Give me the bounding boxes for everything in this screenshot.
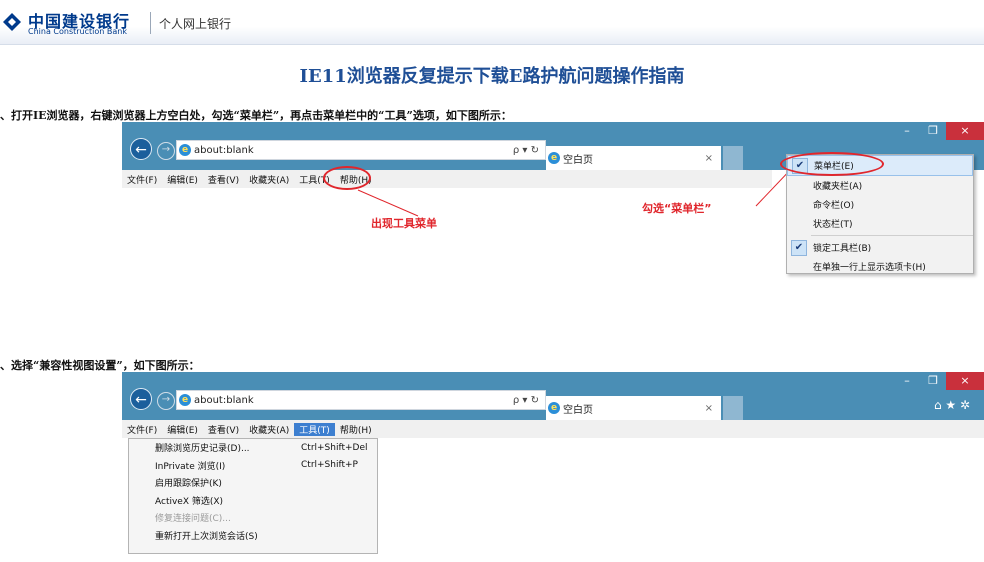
tools-item-fix-connection: 修复连接问题(C)... [155,514,231,525]
menu-tools[interactable]: 工具(T) [294,422,335,436]
home-favorites-settings-icons[interactable]: ⌂ ★ ✲ [934,398,970,412]
step-2-text: 、选择“兼容性视图设置”，如下图所示： [0,359,200,372]
menu-help[interactable]: 帮助(H) [335,423,377,436]
ie-page-icon: e [179,394,191,406]
page-title: IE11浏览器反复提示下载E路护航问题操作指南 [299,66,685,87]
browser-titlebar: – ❐ × ← → e about:blank ρ ▾ ↻ e 空白页 × ⌂ … [122,372,984,420]
tab-close-icon[interactable]: × [705,403,713,414]
new-tab-button[interactable] [723,396,743,420]
site-header [0,0,984,45]
ctx-item-command-bar[interactable]: 命令栏(O) [787,195,973,214]
annotation-tools-menu: 出现工具菜单 [371,217,437,230]
menu-favorites[interactable]: 收藏夹(A) [244,423,294,436]
close-button[interactable]: × [946,372,984,390]
tools-dropdown-menu: 删除浏览历史记录(D)... Ctrl+Shift+Del InPrivate … [128,438,378,554]
tab-label: 空白页 [563,404,593,416]
ccb-logo-icon [3,13,21,31]
tools-item-inprivate[interactable]: InPrivate 浏览(I) Ctrl+Shift+P [129,457,377,475]
menu-edit[interactable]: 编辑(E) [162,423,203,436]
header-divider [150,12,151,34]
ctx-item-favorites-bar[interactable]: 收藏夹栏(A) [787,176,973,195]
header-subtitle: 个人网上银行 [159,17,232,31]
screenshot-1: – ❐ × ← → e about:blank ρ ▾ ↻ e 空白页 × 文件… [122,122,984,274]
tab-ie-icon: e [548,402,560,414]
window-controls: – ❐ × [894,372,984,390]
ctx-item-status-bar[interactable]: 状态栏(T) [787,214,973,233]
back-icon[interactable]: ← [130,388,152,410]
ctx-item-tabs-separate-row[interactable]: 在单独一行上显示选项卡(H) [787,257,973,276]
annotation-check-menubar: 勾选“菜单栏” [642,202,712,215]
tools-item-tracking-protection[interactable]: 启用跟踪保护(K) [129,474,377,492]
menu-view[interactable]: 查看(V) [203,423,244,436]
ctx-item-lock-toolbars[interactable]: ✔ 锁定工具栏(B) [787,238,973,257]
tools-item-delete-history[interactable]: 删除浏览历史记录(D)... Ctrl+Shift+Del [129,439,377,457]
address-bar[interactable]: e about:blank ρ ▾ ↻ [176,390,546,410]
ctx-divider [811,235,973,236]
address-text: about:blank [194,394,254,406]
tools-item-reopen-session[interactable]: 重新打开上次浏览会话(S) [129,527,377,545]
menu-bar: 文件(F) 编辑(E) 查看(V) 收藏夹(A) 工具(T) 帮助(H) [122,420,984,438]
brand-name-en: China Construction Bank [28,27,127,36]
browser-tab[interactable]: e 空白页 × [546,396,721,420]
screenshot-2: – ❐ × ← → e about:blank ρ ▾ ↻ e 空白页 × ⌂ … [122,372,984,562]
restore-button[interactable]: ❐ [920,372,946,390]
search-refresh-icons[interactable]: ρ ▾ ↻ [513,395,539,406]
menu-file[interactable]: 文件(F) [122,423,162,436]
tools-item-activex-filtering[interactable]: ActiveX 筛选(X) [129,492,377,510]
minimize-button[interactable]: – [894,372,920,390]
checkmark-icon: ✔ [791,240,807,256]
menubar-highlight-ring [780,152,884,176]
step-1-text: 、打开IE浏览器，右键浏览器上方空白处，勾选“菜单栏”，再点击菜单栏中的“工具”… [0,109,512,122]
forward-icon[interactable]: → [157,392,175,410]
